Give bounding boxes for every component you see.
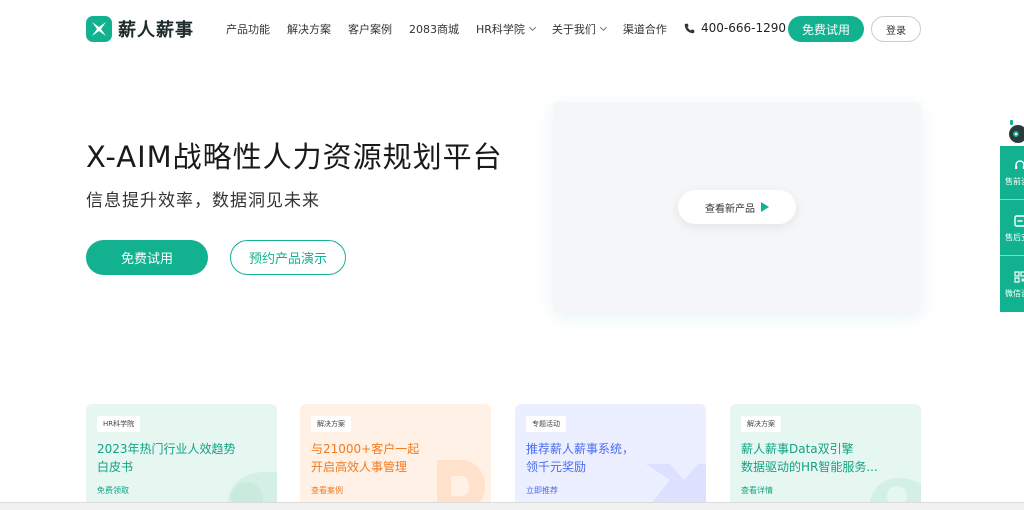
nav-label: 产品功能 — [226, 23, 270, 36]
phone-icon — [684, 23, 695, 33]
side-contact-panel: 售前咨询 售后支持 微信咨询 — [1000, 146, 1024, 312]
card-tag: 解决方案 — [311, 416, 351, 432]
nav-item-cases[interactable]: 客户案例 — [348, 21, 392, 37]
site-header: 薪人薪事 产品功能 解决方案 客户案例 2083商城 HR科学院 关于我们 渠道… — [0, 0, 1024, 58]
card-title-line: 薪人薪事Data双引擎 — [741, 442, 854, 456]
hero-title: X-AIM战略性人力资源规划平台 — [86, 140, 503, 174]
card-decoration — [437, 460, 485, 510]
side-item-label: 售前咨询 — [1005, 176, 1024, 186]
card-tag: 专题活动 — [526, 416, 566, 432]
card-title: 2023年热门行业人效趋势 白皮书 — [97, 440, 236, 476]
nav-item-partners[interactable]: 渠道合作 — [623, 21, 667, 37]
main-nav: 产品功能 解决方案 客户案例 2083商城 HR科学院 关于我们 渠道合作 — [226, 21, 684, 37]
nav-label: 解决方案 — [287, 23, 331, 36]
logo-mark-icon — [86, 16, 112, 42]
card-title-line: 开启高效人事管理 — [311, 460, 408, 474]
card-tag: HR科学院 — [97, 416, 141, 432]
nav-label: 2083商城 — [409, 23, 459, 36]
nav-label: HR科学院 — [476, 23, 525, 36]
card-link[interactable]: 免费领取 — [97, 485, 129, 496]
brand-name: 薪人薪事 — [118, 20, 194, 41]
view-new-product-label: 查看新产品 — [705, 203, 755, 215]
card-title-line: 与21000+客户一起 — [311, 442, 420, 456]
promo-card-whitepaper[interactable]: HR科学院 2023年热门行业人效趋势 白皮书 免费领取 — [86, 404, 277, 510]
nav-label: 客户案例 — [348, 23, 392, 36]
chevron-down-icon — [599, 23, 607, 32]
phone-contact[interactable]: 400-666-1290 — [684, 21, 786, 35]
side-item-label: 售后支持 — [1005, 232, 1024, 242]
card-title-line: 数据驱动的HR智能服务... — [741, 460, 878, 474]
login-button[interactable]: 登录 — [871, 16, 921, 42]
side-item-presales[interactable]: 售前咨询 — [1000, 146, 1024, 200]
message-icon — [1014, 214, 1024, 227]
card-link[interactable]: 查看案例 — [311, 485, 343, 496]
card-title-line: 领千元奖励 — [526, 460, 587, 474]
promo-card-data-engine[interactable]: 解决方案 薪人薪事Data双引擎 数据驱动的HR智能服务... 查看详情 — [730, 404, 921, 510]
book-demo-button[interactable]: 预约产品演示 — [230, 240, 346, 275]
promo-card-referral[interactable]: 专题活动 推荐薪人薪事系统， 领千元奖励 立即推荐 — [515, 404, 706, 510]
phone-number: 400-666-1290 — [701, 21, 787, 35]
card-title-line: 白皮书 — [97, 460, 134, 474]
card-title: 薪人薪事Data双引擎 数据驱动的HR智能服务... — [741, 440, 878, 476]
nav-item-mall[interactable]: 2083商城 — [409, 21, 459, 37]
product-video-panel[interactable]: 查看新产品 — [553, 102, 921, 312]
nav-label: 渠道合作 — [622, 23, 667, 36]
card-title: 推荐薪人薪事系统， 领千元奖励 — [526, 440, 634, 476]
view-new-product-button[interactable]: 查看新产品 — [678, 190, 796, 224]
card-tag: 解决方案 — [741, 416, 781, 432]
side-item-wechat[interactable]: 微信咨询 — [1000, 258, 1024, 312]
promo-card-customers[interactable]: 解决方案 与21000+客户一起 开启高效人事管理 查看案例 — [300, 404, 491, 510]
chevron-down-icon — [528, 23, 536, 32]
card-title-line: 推荐薪人薪事系统， — [526, 442, 635, 456]
horizontal-scrollbar[interactable] — [0, 502, 1024, 510]
card-title: 与21000+客户一起 开启高效人事管理 — [311, 440, 419, 476]
side-item-aftersales[interactable]: 售后支持 — [1000, 202, 1024, 256]
card-link[interactable]: 立即推荐 — [526, 485, 558, 496]
hero-subtitle: 信息提升效率，数据洞见未来 — [86, 191, 320, 211]
play-icon — [761, 202, 769, 212]
headset-icon — [1015, 159, 1024, 169]
nav-label: 关于我们 — [551, 23, 596, 36]
nav-item-products[interactable]: 产品功能 — [226, 21, 270, 37]
nav-item-solutions[interactable]: 解决方案 — [287, 21, 331, 37]
robot-assistant-icon[interactable] — [1004, 118, 1024, 144]
card-decoration — [646, 464, 706, 510]
nav-item-hr-academy[interactable]: HR科学院 — [476, 21, 536, 37]
qrcode-icon — [1014, 271, 1024, 283]
side-item-label: 微信咨询 — [1005, 289, 1024, 298]
card-link[interactable]: 查看详情 — [741, 485, 773, 496]
nav-item-about[interactable]: 关于我们 — [551, 21, 607, 37]
hero-free-trial-button[interactable]: 免费试用 — [86, 240, 208, 275]
brand-logo[interactable]: 薪人薪事 — [86, 16, 194, 42]
header-free-trial-button[interactable]: 免费试用 — [788, 16, 864, 42]
card-title-line: 2023年热门行业人效趋势 — [97, 442, 236, 456]
